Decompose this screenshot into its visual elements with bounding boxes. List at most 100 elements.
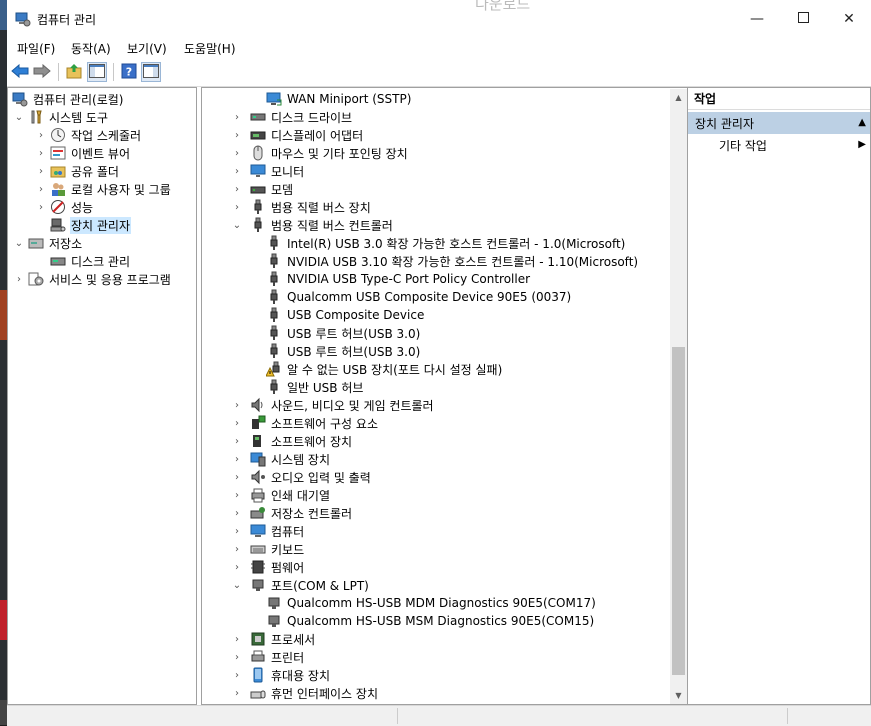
device-category[interactable]: ⌄ 포트(COM & LPT) — [232, 576, 370, 594]
device-category[interactable]: › 모뎀 — [232, 180, 294, 198]
device-item[interactable]: USB 루트 허브(USB 3.0) — [266, 342, 421, 360]
chevron-right-icon[interactable]: › — [232, 508, 242, 519]
system-tools-icon — [28, 109, 44, 125]
chevron-right-icon[interactable]: › — [232, 670, 242, 681]
chevron-right-icon[interactable]: › — [232, 472, 242, 483]
nav-item-local-users[interactable]: › 로컬 사용자 및 그룹 — [36, 180, 172, 198]
chevron-right-icon[interactable]: › — [232, 112, 242, 123]
device-item[interactable]: 일반 USB 허브 — [266, 378, 364, 396]
chevron-right-icon[interactable]: › — [232, 634, 242, 645]
chevron-right-icon[interactable]: › — [232, 526, 242, 537]
device-category[interactable]: › 범용 직렬 버스 장치 — [232, 198, 372, 216]
chevron-right-icon[interactable]: › — [36, 148, 46, 159]
device-category[interactable]: › 펌웨어 — [232, 558, 305, 576]
device-item[interactable]: Qualcomm USB Composite Device 90E5 (0037… — [266, 288, 572, 306]
show-hide-tree-button[interactable] — [87, 62, 107, 82]
properties-button[interactable] — [141, 62, 161, 82]
chevron-right-icon[interactable]: › — [232, 436, 242, 447]
chevron-right-icon[interactable]: › — [36, 184, 46, 195]
device-item[interactable]: Intel(R) USB 3.0 확장 가능한 호스트 컨트롤러 - 1.0(M… — [266, 234, 626, 252]
device-category[interactable]: › 컴퓨터 — [232, 522, 305, 540]
chevron-right-icon[interactable]: › — [36, 130, 46, 141]
nav-item-performance[interactable]: › 성능 — [36, 198, 94, 216]
chevron-right-icon[interactable]: › — [232, 202, 242, 213]
chevron-right-icon[interactable]: › — [232, 184, 242, 195]
chevron-down-icon[interactable]: ⌄ — [14, 112, 24, 123]
back-button[interactable] — [10, 62, 30, 82]
device-item[interactable]: NVIDIA USB 3.10 확장 가능한 호스트 컨트롤러 - 1.10(M… — [266, 252, 639, 270]
menu-file[interactable]: 파일(F) — [15, 40, 57, 57]
device-item[interactable]: Qualcomm HS-USB MDM Diagnostics 90E5(COM… — [266, 594, 597, 612]
device-category[interactable]: › 휴먼 인터페이스 장치 — [232, 684, 379, 702]
device-category[interactable]: › 디스플레이 어댑터 — [232, 126, 364, 144]
device-item[interactable]: NVIDIA USB Type-C Port Policy Controller — [266, 270, 531, 288]
chevron-right-icon[interactable]: › — [232, 400, 242, 411]
chevron-down-icon[interactable]: ⌄ — [14, 238, 24, 249]
device-category[interactable]: › 시스템 장치 — [232, 450, 331, 468]
chevron-right-icon[interactable]: › — [232, 544, 242, 555]
close-button[interactable]: ✕ — [826, 0, 871, 38]
chevron-right-icon[interactable]: › — [232, 490, 242, 501]
device-category[interactable]: › 프로세서 — [232, 630, 316, 648]
device-label: Qualcomm HS-USB MSM Diagnostics 90E5(COM… — [287, 614, 595, 628]
nav-item-services-apps[interactable]: › 서비스 및 응용 프로그램 — [14, 270, 172, 288]
device-item[interactable]: 알 수 없는 USB 장치(포트 다시 설정 실패) — [266, 360, 503, 378]
scroll-up-arrow-icon[interactable]: ▲ — [670, 89, 687, 106]
nav-item-task-scheduler[interactable]: › 작업 스케줄러 — [36, 126, 142, 144]
device-category[interactable]: › 프린터 — [232, 648, 305, 666]
nav-item-disk-management[interactable]: 디스크 관리 — [50, 252, 131, 270]
monitor-icon — [250, 163, 266, 179]
chevron-down-icon[interactable]: ⌄ — [232, 580, 242, 591]
device-category[interactable]: › 디스크 드라이브 — [232, 108, 353, 126]
scroll-down-arrow-icon[interactable]: ▼ — [670, 687, 687, 704]
nav-item-shared-folders[interactable]: › 공유 폴더 — [36, 162, 120, 180]
actions-more-actions[interactable]: 기타 작업 ▶ — [688, 135, 870, 155]
maximize-button[interactable] — [780, 0, 826, 38]
nav-item-computer-management[interactable]: 컴퓨터 관리(로컬) — [12, 90, 124, 108]
device-category[interactable]: › 모니터 — [232, 162, 305, 180]
chevron-right-icon[interactable]: › — [232, 148, 242, 159]
device-category[interactable]: › 소프트웨어 장치 — [232, 432, 353, 450]
device-category[interactable]: › 키보드 — [232, 540, 305, 558]
chevron-right-icon[interactable]: › — [36, 202, 46, 213]
menu-view[interactable]: 보기(V) — [125, 40, 169, 57]
help-button[interactable]: ? — [119, 62, 139, 82]
device-item[interactable]: Qualcomm HS-USB MSM Diagnostics 90E5(COM… — [266, 612, 595, 630]
chevron-right-icon[interactable]: › — [232, 454, 242, 465]
device-category[interactable]: › 사운드, 비디오 및 게임 컨트롤러 — [232, 396, 435, 414]
device-item[interactable]: WAN Miniport (SSTP) — [266, 90, 412, 108]
device-category[interactable]: › 오디오 입력 및 출력 — [232, 468, 372, 486]
nav-item-system-tools[interactable]: ⌄ 시스템 도구 — [14, 108, 109, 126]
nav-item-device-manager[interactable]: 장치 관리자 — [50, 216, 132, 234]
device-category[interactable]: › 인쇄 대기열 — [232, 486, 331, 504]
device-category[interactable]: › 휴대용 장치 — [232, 666, 331, 684]
scrollbar-thumb[interactable] — [672, 347, 685, 675]
chevron-right-icon[interactable]: › — [232, 418, 242, 429]
chevron-right-icon[interactable]: › — [14, 274, 24, 285]
chevron-right-icon[interactable]: › — [232, 652, 242, 663]
device-item[interactable]: USB 루트 허브(USB 3.0) — [266, 324, 421, 342]
device-category[interactable]: › 마우스 및 기타 포인팅 장치 — [232, 144, 409, 162]
computer-management-app-icon — [15, 11, 31, 27]
chevron-down-icon[interactable]: ⌄ — [232, 220, 242, 231]
vertical-scrollbar[interactable]: ▲ ▼ — [670, 89, 687, 704]
device-category[interactable]: ⌄ 범용 직렬 버스 컨트롤러 — [232, 216, 394, 234]
chevron-right-icon[interactable]: › — [36, 166, 46, 177]
menu-action[interactable]: 동작(A) — [69, 40, 113, 57]
forward-button[interactable] — [32, 62, 52, 82]
chevron-right-icon[interactable]: › — [232, 166, 242, 177]
menu-help[interactable]: 도움말(H) — [182, 40, 238, 57]
nav-item-storage[interactable]: ⌄ 저장소 — [14, 234, 83, 252]
device-label: 디스플레이 어댑터 — [271, 128, 364, 143]
device-category[interactable]: › 소프트웨어 구성 요소 — [232, 414, 379, 432]
device-item[interactable]: USB Composite Device — [266, 306, 425, 324]
nav-item-event-viewer[interactable]: › 이벤트 뷰어 — [36, 144, 131, 162]
chevron-right-icon[interactable]: › — [232, 130, 242, 141]
up-folder-button[interactable] — [64, 62, 84, 82]
device-category[interactable]: › 저장소 컨트롤러 — [232, 504, 353, 522]
chevron-right-icon[interactable]: › — [232, 562, 242, 573]
actions-section-device-manager[interactable]: 장치 관리자 ▲ — [688, 112, 870, 134]
minimize-button[interactable]: — — [734, 0, 780, 38]
chevron-right-icon[interactable]: › — [232, 688, 242, 699]
printer-icon — [250, 649, 266, 665]
